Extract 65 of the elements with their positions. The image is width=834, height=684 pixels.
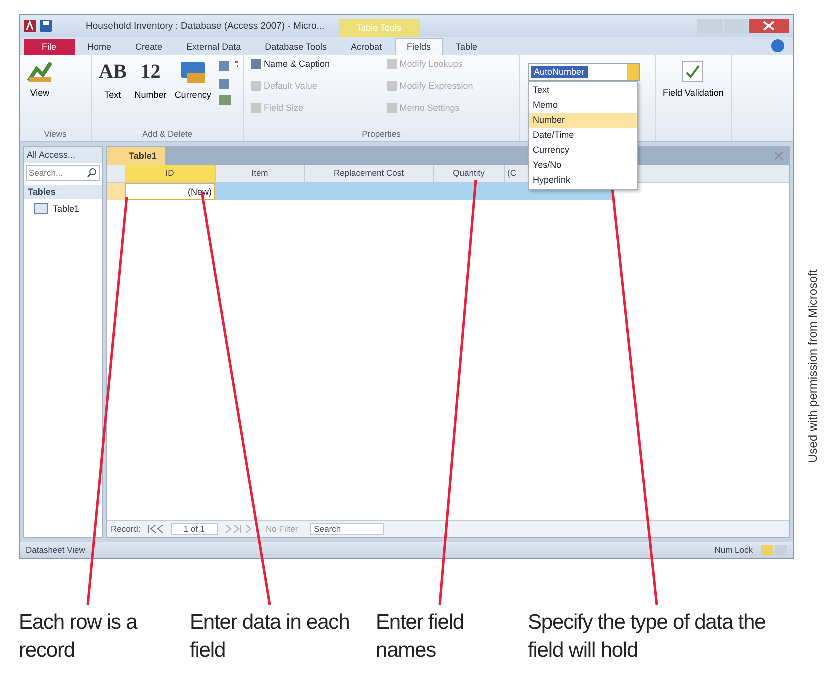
document-tab[interactable]: Table1: [107, 147, 165, 165]
command-icon: [386, 103, 397, 113]
search-field[interactable]: Search: [310, 523, 384, 535]
command-icon: [251, 59, 261, 69]
field-type-button[interactable]: Currency: [172, 59, 214, 102]
credit-text: Used with permission from Microsoft: [806, 270, 820, 466]
chart-icon: [27, 61, 53, 83]
ribbon-tab[interactable]: Table: [445, 39, 489, 55]
record-nav-arrows-icon[interactable]: [224, 525, 254, 533]
command-icon: [251, 81, 261, 91]
ribbon-tab[interactable]: Fields: [394, 38, 443, 55]
search-field[interactable]: Search...: [26, 165, 100, 181]
contextual-tab-label: Table Tools: [338, 19, 420, 37]
callout-text: Each row is a record: [19, 610, 139, 664]
save-icon[interactable]: [40, 20, 52, 32]
help-icon[interactable]: [771, 39, 785, 53]
ribbon-tab[interactable]: External Data: [176, 39, 252, 55]
data-type-option[interactable]: Currency: [529, 143, 637, 158]
table-cell[interactable]: (New): [125, 183, 215, 200]
status-text: Datasheet View: [26, 545, 86, 555]
record-position-field[interactable]: 1 of 1: [170, 523, 218, 535]
callout-text: Specify the type of data the field will hold: [528, 610, 767, 664]
property-command[interactable]: Name & Caption: [249, 59, 371, 69]
data-type-option[interactable]: Date/Time: [529, 128, 637, 143]
window-buttons-drawing[interactable]: [697, 18, 789, 34]
ribbon-tab[interactable]: Create: [124, 39, 174, 55]
command-icon: [386, 81, 397, 91]
column-header[interactable]: (C: [505, 165, 519, 182]
navigation-item[interactable]: Table1: [24, 201, 102, 216]
view-switch-icon[interactable]: [761, 545, 787, 555]
data-type-option[interactable]: Memo: [529, 98, 637, 113]
command-icon: [386, 59, 397, 69]
window-title: Household Inventory : Database (Access 2007) - Micro...: [86, 20, 325, 32]
field-type-button[interactable]: AB Text: [97, 59, 129, 102]
search-icon[interactable]: [87, 168, 97, 178]
record-label: Record:: [111, 524, 141, 534]
currency-icon: [179, 61, 208, 85]
ribbon-tab[interactable]: Acrobat: [340, 39, 393, 55]
data-type-dropdown[interactable]: AutoNumber: [528, 63, 640, 81]
field-validation-button[interactable]: Field Validation: [661, 59, 726, 100]
column-header[interactable]: ID: [125, 165, 216, 182]
group-label: Add & Delete: [141, 129, 194, 139]
column-header[interactable]: Item: [216, 165, 305, 182]
callout-text: Enter field names: [376, 610, 465, 664]
data-type-option[interactable]: Number: [529, 113, 637, 128]
data-type-option[interactable]: Text: [529, 83, 637, 98]
command-icon: [251, 103, 261, 113]
group-label: Views: [43, 129, 68, 139]
field-type-button[interactable]: 12 Number: [132, 59, 169, 102]
checkmark-icon: [682, 61, 704, 83]
column-header[interactable]: Quantity: [434, 165, 505, 182]
navigation-group-header[interactable]: Tables: [24, 185, 102, 199]
view-button[interactable]: View: [25, 59, 55, 100]
record-nav-arrows-icon[interactable]: [146, 525, 165, 533]
ribbon-tab[interactable]: Database Tools: [254, 39, 338, 55]
ribbon-tab[interactable]: Home: [76, 39, 123, 55]
callout-text: Enter data in each field: [190, 610, 351, 664]
table-icon: [34, 203, 48, 214]
ribbon-tab[interactable]: File: [24, 39, 75, 55]
column-header[interactable]: Replacement Cost: [305, 165, 434, 182]
access-logo-icon: [24, 20, 36, 32]
data-type-option[interactable]: Yes/No: [529, 158, 637, 173]
navigation-pane-header[interactable]: All Access...: [24, 147, 102, 163]
group-label: Properties: [361, 129, 402, 139]
status-text: Num Lock: [714, 545, 753, 555]
